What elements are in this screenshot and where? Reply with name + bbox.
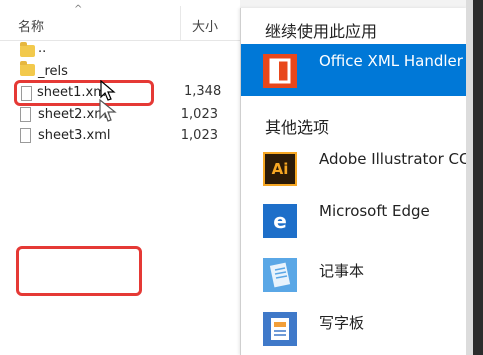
notepad-icon (263, 258, 297, 292)
file-name: .. (38, 41, 47, 56)
column-divider[interactable] (180, 6, 181, 40)
file-row-sheet1-highlight[interactable]: sheet1.xml (14, 80, 154, 106)
file-name: sheet3.xml (38, 128, 111, 143)
app-label: 写字板 (319, 314, 365, 332)
wordpad-icon (263, 312, 297, 346)
column-header: ^ 名称 大小 (0, 0, 240, 41)
notepad-highlight-box (16, 246, 142, 296)
xml-file-icon (21, 86, 32, 101)
xml-file-icon (20, 128, 31, 143)
column-header-size[interactable]: 大小 (192, 16, 218, 35)
file-size: 1,023 (180, 128, 218, 143)
app-label: 记事本 (319, 262, 365, 280)
office-icon (263, 54, 297, 88)
mouse-cursor-trail-icon (99, 98, 117, 122)
file-row-sheet2[interactable]: sheet2.xml 1,023 (14, 105, 232, 127)
app-option-edge[interactable]: e Microsoft Edge (241, 196, 467, 244)
app-option-office-xml-handler[interactable]: Office XML Handler (241, 44, 467, 96)
edge-icon: e (263, 204, 297, 238)
file-size: 1,023 (180, 107, 218, 122)
app-option-illustrator[interactable]: Ai Adobe Illustrator CC (241, 144, 467, 192)
folder-icon (20, 61, 35, 76)
illustrator-icon: Ai (263, 152, 297, 186)
file-row-sheet3[interactable]: sheet3.xml 1,023 (14, 126, 232, 148)
open-with-panel: 继续使用此应用 Office XML Handler 其他选项 Ai Adobe… (240, 8, 467, 355)
continue-section-title: 继续使用此应用 (265, 22, 378, 41)
column-header-name[interactable]: 名称 (18, 16, 44, 35)
file-size: 1,348 (184, 84, 222, 99)
app-label: Microsoft Edge (319, 202, 430, 220)
app-label: Office XML Handler (319, 52, 463, 70)
sort-indicator-icon: ^ (74, 4, 83, 15)
xml-file-icon (20, 107, 31, 122)
file-list-pane: ^ 名称 大小 .. _rels sheet1.xml 1,348 sheet2… (0, 0, 240, 355)
file-name: _rels (38, 64, 68, 79)
app-option-notepad[interactable]: 记事本 (241, 250, 467, 298)
folder-icon (20, 42, 35, 57)
window-right-edge-dark (473, 0, 483, 355)
app-label: Adobe Illustrator CC (319, 150, 467, 168)
app-option-wordpad[interactable]: 写字板 (241, 304, 467, 352)
other-options-title: 其他选项 (265, 118, 330, 137)
